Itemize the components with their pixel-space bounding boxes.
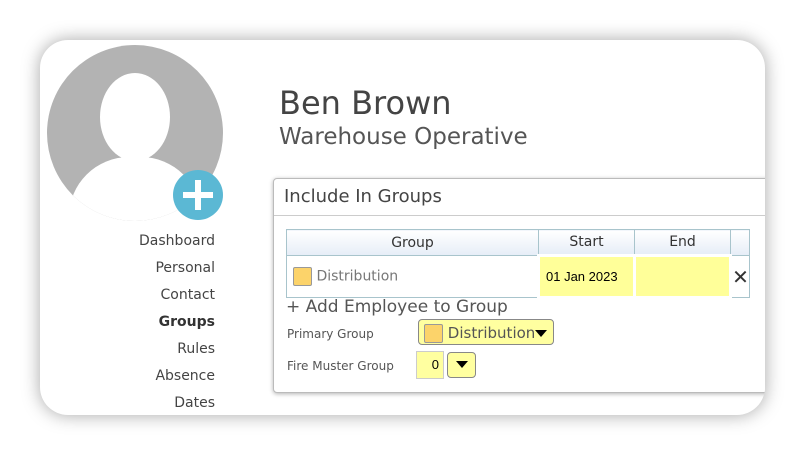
add-photo-button[interactable] <box>173 170 223 220</box>
nav-dashboard[interactable]: Dashboard <box>139 230 215 257</box>
primary-group-select[interactable]: Distribution <box>418 319 554 345</box>
primary-group-label: Primary Group <box>287 327 374 341</box>
employee-role: Warehouse Operative <box>279 124 528 150</box>
start-date-input[interactable]: 01 Jan 2023 <box>537 254 636 299</box>
col-end: End <box>634 229 731 256</box>
col-group: Group <box>286 229 539 256</box>
add-employee-to-group-link[interactable]: + Add Employee to Group <box>286 297 508 317</box>
nav-personal[interactable]: Personal <box>139 257 215 284</box>
sidebar-nav: Dashboard Personal Contact Groups Rules … <box>139 230 215 415</box>
profile-card: Dashboard Personal Contact Groups Rules … <box>40 40 765 415</box>
group-name: Distribution <box>316 268 399 285</box>
fire-muster-label: Fire Muster Group <box>287 359 394 373</box>
nav-rules[interactable]: Rules <box>139 338 215 365</box>
fire-muster-input[interactable]: 0 <box>416 351 444 379</box>
chevron-down-icon <box>455 361 468 368</box>
groups-table: Group Start End Distribution 01 Jan 2023… <box>286 229 750 299</box>
nav-absence[interactable]: Absence <box>139 365 215 392</box>
table-row: Distribution 01 Jan 2023 ✕ <box>286 254 750 299</box>
employee-name: Ben Brown <box>279 84 452 122</box>
primary-group-value: Distribution <box>447 324 536 342</box>
nav-contact[interactable]: Contact <box>139 284 215 311</box>
group-color-swatch <box>293 267 312 286</box>
panel-title: Include In Groups <box>274 179 765 216</box>
remove-icon[interactable]: ✕ <box>730 255 750 298</box>
chevron-down-icon <box>535 330 548 337</box>
groups-panel: Include In Groups Group Start End Distri… <box>273 178 765 393</box>
nav-dates[interactable]: Dates <box>139 392 215 415</box>
fire-muster-dropdown[interactable] <box>447 352 476 378</box>
end-date-input[interactable] <box>633 254 732 299</box>
nav-groups[interactable]: Groups <box>139 311 215 338</box>
col-start: Start <box>538 229 635 256</box>
